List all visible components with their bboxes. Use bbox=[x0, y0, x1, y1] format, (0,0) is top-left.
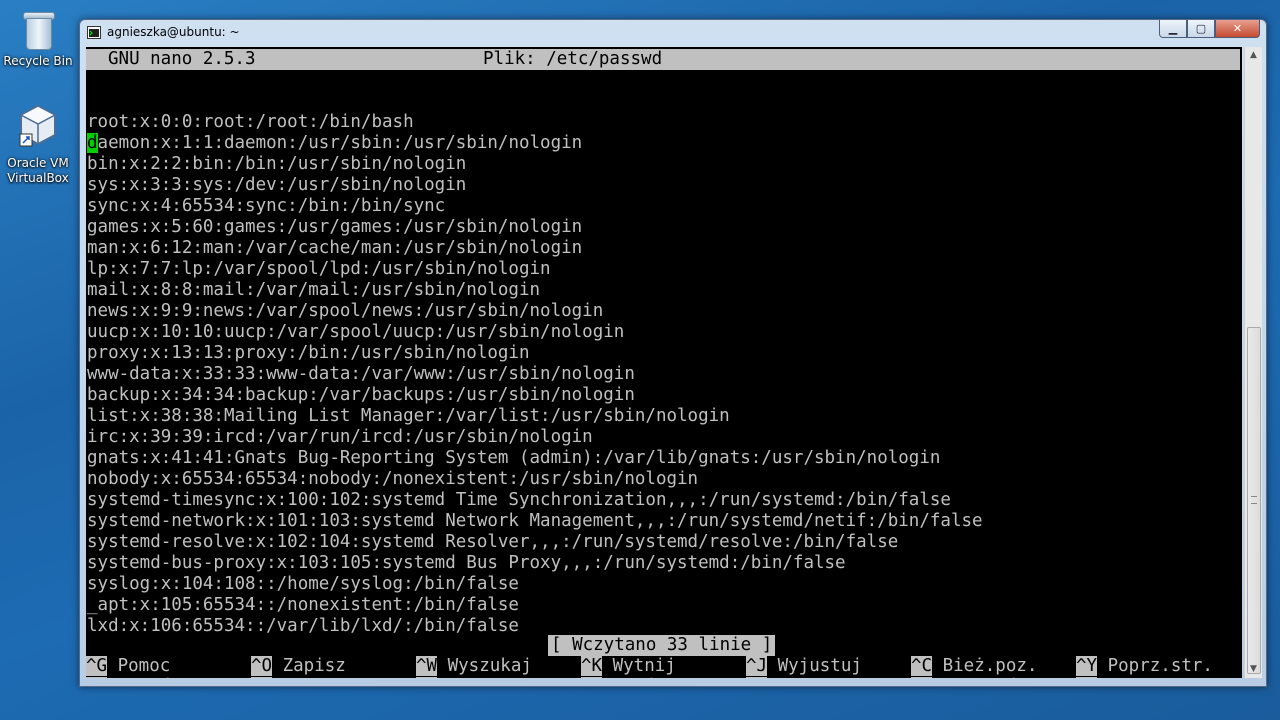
shortcut-key: ^W bbox=[416, 656, 438, 676]
file-line[interactable]: man:x:6:12:man:/var/cache/man:/usr/sbin/… bbox=[87, 238, 582, 259]
file-line[interactable]: backup:x:34:34:backup:/var/backups:/usr/… bbox=[87, 385, 635, 406]
file-line[interactable]: news:x:9:9:news:/var/spool/news:/usr/sbi… bbox=[87, 301, 603, 322]
window-title: agnieszka@ubuntu: ~ bbox=[107, 25, 240, 39]
shortcut-zapisz[interactable]: ^O Zapisz bbox=[251, 656, 346, 677]
terminal-app-icon bbox=[87, 26, 101, 39]
shortcut-label: Zastąp bbox=[437, 677, 511, 678]
shortcut-label: Poprz.str. bbox=[1097, 656, 1213, 676]
nano-version: GNU nano 2.5.3 bbox=[108, 49, 256, 69]
nano-header-bar: GNU nano 2.5.3 Plik: /etc/passwd bbox=[86, 49, 1240, 70]
shortcut-label: Przejdź do l bbox=[932, 677, 1069, 678]
window-controls: ▁ ▢ ✕ bbox=[1159, 20, 1260, 38]
vertical-scrollbar[interactable]: ▲ ▼ bbox=[1244, 47, 1262, 678]
file-line[interactable]: lxd:x:106:65534::/var/lib/lxd/:/bin/fals… bbox=[87, 616, 519, 637]
scrollbar-thumb[interactable] bbox=[1247, 327, 1261, 674]
file-line[interactable]: nobody:x:65534:65534:nobody:/nonexistent… bbox=[87, 469, 698, 490]
shortcut-wyszukaj[interactable]: ^W Wyszukaj bbox=[416, 656, 532, 677]
scroll-up-arrow-icon[interactable]: ▲ bbox=[1245, 47, 1262, 64]
shortcut-label: Wytnij bbox=[602, 656, 676, 676]
close-icon: ✕ bbox=[1232, 22, 1243, 35]
shortcut-key: ^V bbox=[1076, 677, 1098, 678]
maximize-button[interactable]: ▢ bbox=[1187, 20, 1215, 38]
shortcut-wyjdź[interactable]: ^X Wyjdź bbox=[86, 677, 170, 678]
virtualbox-label: Oracle VM VirtualBox bbox=[7, 156, 69, 185]
recycle-bin-shortcut[interactable]: Recycle Bin bbox=[0, 8, 76, 69]
file-line[interactable]: systemd-resolve:x:102:104:systemd Resolv… bbox=[87, 532, 898, 553]
file-line[interactable]: systemd-timesync:x:100:102:systemd Time … bbox=[87, 490, 951, 511]
file-line[interactable]: games:x:5:60:games:/usr/games:/usr/sbin/… bbox=[87, 217, 582, 238]
file-line[interactable]: sys:x:3:3:sys:/dev:/usr/sbin/nologin bbox=[87, 175, 466, 196]
nano-file-label: Plik: /etc/passwd bbox=[483, 49, 663, 69]
file-line[interactable]: systemd-network:x:101:103:systemd Networ… bbox=[87, 511, 983, 532]
shortcut-label: Wyjustuj bbox=[767, 656, 862, 676]
shortcut-pisownia[interactable]: ^T Pisownia bbox=[746, 677, 862, 678]
virtualbox-icon bbox=[19, 104, 57, 147]
shortcut-label: Pisownia bbox=[767, 677, 862, 678]
shortcut-wytnij[interactable]: ^K Wytnij bbox=[581, 656, 676, 677]
shortcut-label: Nast.str. bbox=[1097, 677, 1203, 678]
shortcut-poprz-str-[interactable]: ^Y Poprz.str. bbox=[1076, 656, 1213, 677]
shortcut-nast-str-[interactable]: ^V Nast.str. bbox=[1076, 677, 1202, 678]
file-line[interactable]: daemon:x:1:1:daemon:/usr/sbin:/usr/sbin/… bbox=[87, 133, 582, 154]
shortcut-label: Zapisz bbox=[272, 656, 346, 676]
shortcut-key: ^C bbox=[911, 656, 933, 676]
file-line[interactable]: sync:x:4:65534:sync:/bin:/bin/sync bbox=[87, 196, 445, 217]
file-line[interactable]: bin:x:2:2:bin:/bin:/usr/sbin/nologin bbox=[87, 154, 466, 175]
virtualbox-shortcut[interactable]: Oracle VM VirtualBox bbox=[0, 104, 76, 186]
shortcut-label: Wyszukaj bbox=[437, 656, 532, 676]
shortcut-key: ^_ bbox=[911, 677, 933, 678]
shortcut-key: ^R bbox=[251, 677, 273, 678]
file-line[interactable]: uucp:x:10:10:uucp:/var/spool/uucp:/usr/s… bbox=[87, 322, 624, 343]
terminal-content[interactable]: GNU nano 2.5.3 Plik: /etc/passwd root:x:… bbox=[86, 47, 1242, 678]
shortcut-key: ^T bbox=[746, 677, 768, 678]
file-line[interactable]: syslog:x:104:108::/home/syslog:/bin/fals… bbox=[87, 574, 519, 595]
file-line[interactable]: list:x:38:38:Mailing List Manager:/var/l… bbox=[87, 406, 730, 427]
shortcut-odnów-tekst[interactable]: ^U Odnów Tekst bbox=[581, 677, 729, 678]
file-line[interactable]: mail:x:8:8:mail:/var/mail:/usr/sbin/nolo… bbox=[87, 280, 540, 301]
shortcut-label: Bież.poz. bbox=[932, 656, 1038, 676]
shortcut-przejdź-do-l[interactable]: ^_ Przejdź do l bbox=[911, 677, 1069, 678]
file-line[interactable]: systemd-bus-proxy:x:103:105:systemd Bus … bbox=[87, 553, 846, 574]
file-line[interactable]: irc:x:39:39:ircd:/var/run/ircd:/usr/sbin… bbox=[87, 427, 593, 448]
window-titlebar[interactable]: agnieszka@ubuntu: ~ ▁ ▢ ✕ bbox=[80, 20, 1266, 46]
shortcut-key: ^O bbox=[251, 656, 273, 676]
shortcut-key: ^G bbox=[86, 656, 108, 676]
file-line[interactable]: gnats:x:41:41:Gnats Bug-Reporting System… bbox=[87, 448, 940, 469]
shortcut-zastąp[interactable]: ^\ Zastąp bbox=[416, 677, 511, 678]
close-button[interactable]: ✕ bbox=[1215, 20, 1260, 38]
minimize-button[interactable]: ▁ bbox=[1159, 20, 1187, 38]
file-line[interactable]: www-data:x:33:33:www-data:/var/www:/usr/… bbox=[87, 364, 635, 385]
shortcut-key: ^J bbox=[746, 656, 768, 676]
shortcut-key: ^K bbox=[581, 656, 603, 676]
shortcut-key: ^U bbox=[581, 677, 603, 678]
file-line[interactable]: _apt:x:105:65534::/nonexistent:/bin/fals… bbox=[87, 595, 519, 616]
scroll-down-arrow-icon[interactable]: ▼ bbox=[1245, 661, 1262, 678]
shortcut-label: Odnów Tekst bbox=[602, 677, 729, 678]
shortcut-key: ^X bbox=[86, 677, 108, 678]
maximize-icon: ▢ bbox=[1195, 22, 1207, 35]
grip-icon bbox=[1251, 496, 1257, 504]
shortcut-key: ^\ bbox=[416, 677, 438, 678]
recycle-bin-label: Recycle Bin bbox=[3, 54, 73, 68]
shortcut-label: Wyjdź bbox=[107, 677, 171, 678]
minimize-icon: ▁ bbox=[1168, 22, 1178, 35]
shortcut-bież-poz-[interactable]: ^C Bież.poz. bbox=[911, 656, 1037, 677]
text-cursor: d bbox=[87, 133, 98, 153]
recycle-bin-icon bbox=[21, 8, 55, 50]
terminal-window[interactable]: agnieszka@ubuntu: ~ ▁ ▢ ✕ GNU nano 2.5.3… bbox=[79, 19, 1267, 687]
shortcut-wczyt-plik[interactable]: ^R Wczyt.plik bbox=[251, 677, 388, 678]
file-line[interactable]: root:x:0:0:root:/root:/bin/bash bbox=[87, 112, 414, 133]
shortcut-wyjustuj[interactable]: ^J Wyjustuj bbox=[746, 656, 862, 677]
shortcut-label: Pomoc bbox=[107, 656, 171, 676]
status-message: [ Wczytano 33 linie ] bbox=[548, 635, 776, 656]
file-line[interactable]: proxy:x:13:13:proxy:/bin:/usr/sbin/nolog… bbox=[87, 343, 530, 364]
shortcut-pomoc[interactable]: ^G Pomoc bbox=[86, 656, 170, 677]
file-line[interactable]: lp:x:7:7:lp:/var/spool/lpd:/usr/sbin/nol… bbox=[87, 259, 551, 280]
shortcut-key: ^Y bbox=[1076, 656, 1098, 676]
shortcut-label: Wczyt.plik bbox=[272, 677, 388, 678]
